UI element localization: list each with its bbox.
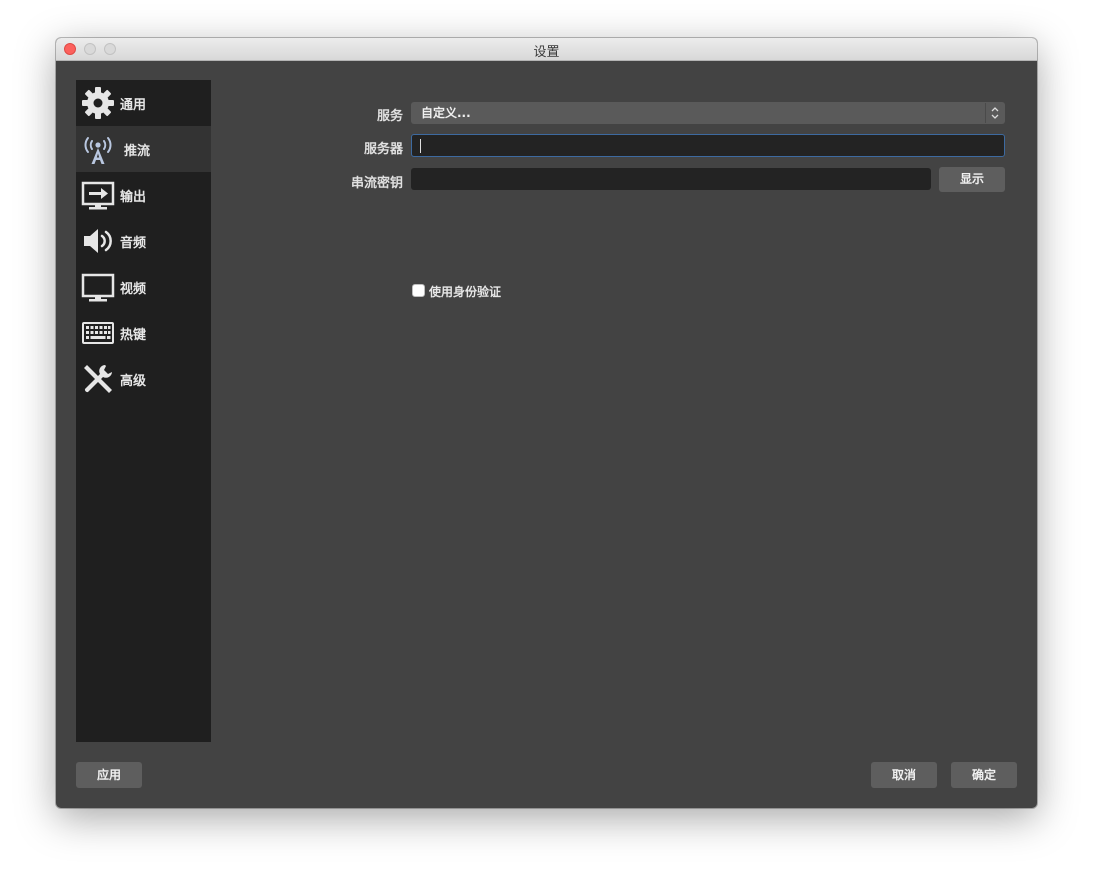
sidebar-item-label: 推流 <box>124 143 151 159</box>
ok-button[interactable]: 确定 <box>951 762 1017 788</box>
settings-sidebar: 通用 推流 输出 音频 视频 热键 高级 <box>76 80 211 742</box>
sidebar-item-stream[interactable]: 推流 <box>76 126 211 172</box>
updown-arrows-icon <box>985 103 1004 123</box>
sidebar-item-hotkeys[interactable]: 热键 <box>76 310 211 356</box>
show-key-button[interactable]: 显示 <box>939 167 1005 192</box>
sidebar-item-audio[interactable]: 音频 <box>76 218 211 264</box>
server-label: 服务器 <box>363 142 403 157</box>
server-input[interactable] <box>411 134 1005 157</box>
sidebar-item-label: 热键 <box>120 327 147 343</box>
stream-key-input[interactable] <box>411 168 931 190</box>
sidebar-item-label: 通用 <box>120 97 147 113</box>
sidebar-item-output[interactable]: 输出 <box>76 172 211 218</box>
sidebar-item-label: 输出 <box>120 189 147 205</box>
service-select-value: 自定义... <box>421 106 471 120</box>
window-title: 设置 <box>533 45 560 60</box>
keyboard-icon <box>81 316 115 350</box>
speaker-icon <box>81 224 115 258</box>
stream-key-label: 串流密钥 <box>350 176 403 191</box>
monitor-icon <box>81 270 115 304</box>
broadcast-antenna-icon <box>81 132 115 166</box>
apply-button[interactable]: 应用 <box>76 762 142 788</box>
service-select[interactable]: 自定义... <box>411 102 1005 124</box>
sidebar-item-label: 音频 <box>120 235 147 251</box>
service-label: 服务 <box>376 109 403 124</box>
sidebar-item-label: 视频 <box>120 281 147 297</box>
settings-window: 设置 通用 推流 输出 音频 视频 热键 高级 服务 自定义... 服务器 串流… <box>56 38 1037 808</box>
use-auth-checkbox[interactable] <box>412 284 425 297</box>
output-monitor-icon <box>81 178 115 212</box>
sidebar-item-general[interactable]: 通用 <box>76 80 211 126</box>
cancel-button[interactable]: 取消 <box>871 762 937 788</box>
text-caret <box>420 139 421 153</box>
sidebar-item-label: 高级 <box>120 373 147 389</box>
title-bar: 设置 <box>56 38 1037 61</box>
tools-icon <box>81 362 115 396</box>
use-auth-label: 使用身份验证 <box>429 285 502 299</box>
sidebar-item-advanced[interactable]: 高级 <box>76 356 211 402</box>
sidebar-item-video[interactable]: 视频 <box>76 264 211 310</box>
gear-icon <box>81 86 115 120</box>
